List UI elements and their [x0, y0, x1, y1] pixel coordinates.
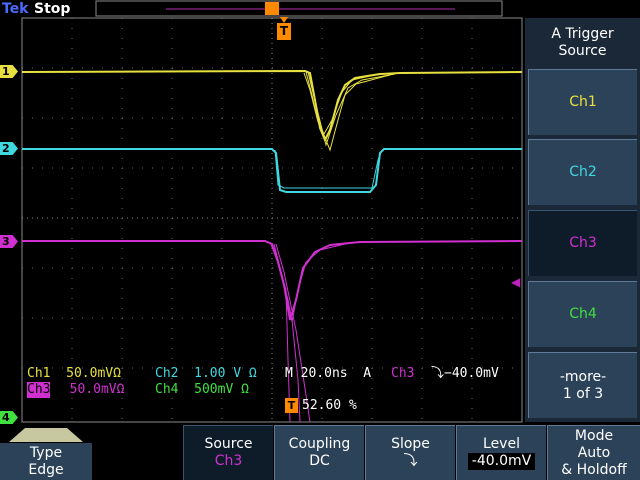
- trigger-type-button[interactable]: Type Edge: [0, 425, 92, 480]
- source-ch2-button[interactable]: Ch2: [528, 139, 637, 205]
- more-menu-button[interactable]: -more- 1 of 3: [528, 352, 637, 418]
- waveform-display: [21, 0, 523, 423]
- trigger-slope-button[interactable]: Slope ⤵: [365, 425, 455, 480]
- run-state-label: Stop: [34, 1, 71, 17]
- timebase-readout: M 20.0ns A: [285, 366, 372, 381]
- trigger-coupling-button[interactable]: Coupling DC: [274, 425, 364, 480]
- ch3-readout-label: Ch3: [27, 382, 51, 398]
- status-bar: Tek Stop: [0, 0, 525, 18]
- menu-tab-icon: [9, 428, 83, 442]
- trigger-position-icon: T: [285, 398, 298, 413]
- ch4-readout: Ch4 500mV Ω: [155, 382, 249, 397]
- trigger-level-button[interactable]: Level -40.0mV: [456, 425, 546, 480]
- ch3-readout-scale: 50.0mVΩ: [54, 382, 125, 397]
- trigger-level-readout: ⤵−40.0mV: [431, 366, 499, 381]
- source-ch4-button[interactable]: Ch4: [528, 281, 637, 347]
- falling-slope-icon: ⤵: [403, 453, 418, 469]
- trigger-position-readout: 52.60 %: [302, 398, 357, 413]
- trigger-position-marker[interactable]: T: [277, 17, 291, 40]
- side-menu-title: A Trigger Source: [551, 26, 614, 59]
- trigger-source-button[interactable]: Source Ch3: [183, 425, 273, 480]
- trigger-level-arrow-icon: ◀: [511, 275, 521, 289]
- brand-label: Tek: [2, 1, 29, 17]
- source-ch3-button[interactable]: Ch3: [528, 210, 637, 276]
- trigger-mode-button[interactable]: Mode Auto & Holdoff: [547, 425, 640, 480]
- trigger-source-readout: Ch3: [391, 366, 415, 381]
- ch1-readout: Ch1 50.0mVΩ: [27, 366, 121, 381]
- source-ch1-button[interactable]: Ch1: [528, 69, 637, 135]
- ch2-readout: Ch2 1.00 V Ω: [155, 366, 257, 381]
